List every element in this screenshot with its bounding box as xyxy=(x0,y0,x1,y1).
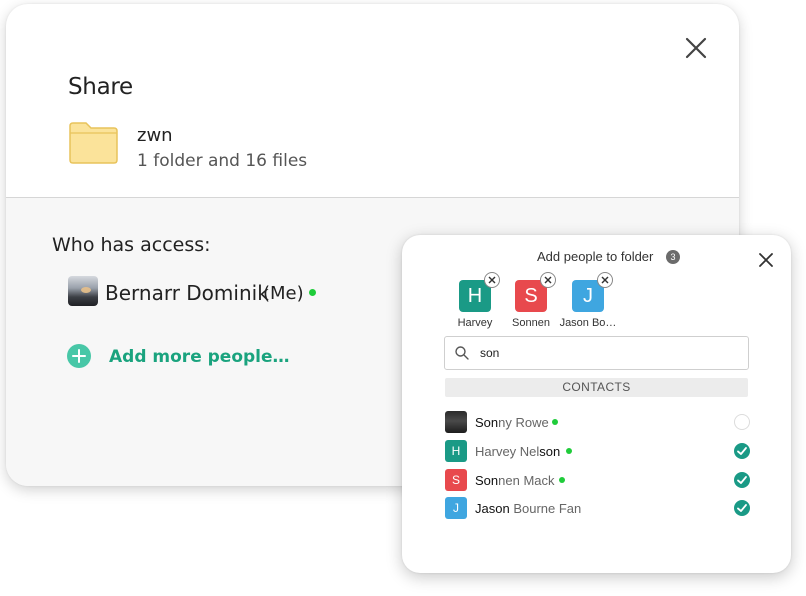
avatar-initial: H xyxy=(467,285,483,307)
remove-chip-icon[interactable] xyxy=(540,272,556,288)
contacts-header: CONTACTS xyxy=(445,378,748,397)
avatar: J xyxy=(445,497,467,519)
avatar: H xyxy=(459,272,500,312)
check-icon[interactable] xyxy=(734,500,750,516)
folder-meta: 1 folder and 16 files xyxy=(137,151,308,171)
select-checkbox[interactable] xyxy=(734,414,750,430)
avatar: S xyxy=(515,272,556,312)
chip-label: Sonnen xyxy=(512,317,550,329)
search-value: son xyxy=(480,346,500,360)
remove-chip-icon[interactable] xyxy=(597,272,613,288)
online-status-dot xyxy=(559,477,565,483)
check-icon[interactable] xyxy=(734,472,750,488)
avatar-initial: J xyxy=(583,285,593,307)
owner-name: Bernarr Dominik xyxy=(105,281,269,305)
share-title: Share xyxy=(68,74,133,100)
folder-icon xyxy=(69,122,118,164)
folder-name: zwn xyxy=(137,125,173,146)
contact-name: Sonnen Mack xyxy=(475,473,555,488)
chip-label: Harvey xyxy=(457,317,493,329)
close-icon[interactable] xyxy=(757,251,775,269)
avatar: H xyxy=(445,440,467,462)
popup-title: Add people to folder xyxy=(537,249,654,264)
selected-chip: J Jason Bo… xyxy=(558,272,618,329)
contact-row[interactable]: J Jason Bourne Fan xyxy=(445,497,753,519)
contact-name: Harvey Nelson xyxy=(475,444,561,459)
add-more-people-link[interactable]: Add more people… xyxy=(109,347,290,367)
access-heading: Who has access: xyxy=(52,234,211,256)
online-status-dot xyxy=(566,448,572,454)
check-icon[interactable] xyxy=(734,443,750,459)
chip-label: Jason Bo… xyxy=(559,317,617,329)
avatar: J xyxy=(572,272,613,312)
contact-row[interactable]: S Sonnen Mack xyxy=(445,469,753,491)
avatar xyxy=(445,411,467,433)
plus-circle-icon[interactable] xyxy=(67,344,91,368)
selected-chip: S Sonnen xyxy=(501,272,561,329)
contact-name: Jason Bourne Fan xyxy=(475,501,582,516)
avatar xyxy=(68,276,98,306)
contact-row[interactable]: Sonny Rowe xyxy=(445,411,753,433)
search-icon xyxy=(455,346,469,360)
avatar: S xyxy=(445,469,467,491)
close-icon[interactable] xyxy=(682,34,710,62)
owner-me-tag: (Me) xyxy=(263,283,304,304)
contact-row[interactable]: H Harvey Nelson xyxy=(445,440,753,462)
remove-chip-icon[interactable] xyxy=(484,272,500,288)
online-status-dot xyxy=(552,419,558,425)
search-input[interactable]: son xyxy=(444,336,749,370)
selected-chip: H Harvey xyxy=(445,272,505,329)
avatar-initial: S xyxy=(524,285,538,307)
add-people-popup: Add people to folder 3 H Harvey S Sonnen… xyxy=(402,235,791,573)
selected-count-badge: 3 xyxy=(666,250,680,264)
online-status-dot xyxy=(309,289,316,296)
contact-name: Sonny Rowe xyxy=(475,415,549,430)
